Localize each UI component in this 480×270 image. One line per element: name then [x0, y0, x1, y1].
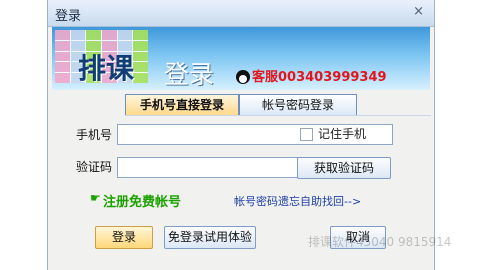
- banner: 排课 登录 客服003403999349: [52, 27, 430, 90]
- verification-code-input[interactable]: [117, 157, 299, 178]
- window-title: 登录: [55, 9, 82, 24]
- app-logo-text: 排课: [78, 52, 135, 85]
- banner-login-text: 登录: [164, 60, 215, 89]
- penguin-icon: [236, 70, 250, 84]
- title-bar: 登录 ×: [48, 0, 434, 27]
- recover-account-link[interactable]: 帐号密码遗忘自助找回-->: [234, 193, 361, 209]
- remember-phone-checkbox[interactable]: [300, 128, 313, 141]
- tab-account-login[interactable]: 帐号密码登录: [239, 94, 357, 115]
- close-icon[interactable]: ×: [413, 4, 424, 19]
- register-link[interactable]: 注册免费帐号: [103, 191, 181, 210]
- login-button[interactable]: 登录: [95, 226, 153, 249]
- login-window: 登录 × 排课 登录 客服003403999349 手机号直接登录 帐号密码登录…: [48, 0, 451, 270]
- hand-pointer-icon: ☛: [90, 191, 101, 205]
- remember-phone-label: 记住手机: [318, 127, 367, 141]
- verification-code-label: 验证码: [76, 160, 113, 174]
- get-code-button[interactable]: 获取验证码: [297, 157, 391, 179]
- customer-service-text: 客服003403999349: [252, 70, 387, 85]
- tab-divider: [125, 115, 431, 116]
- trial-button[interactable]: 免登录试用体验: [164, 226, 256, 249]
- tab-phone-login[interactable]: 手机号直接登录: [125, 94, 239, 115]
- phone-label: 手机号: [76, 128, 113, 142]
- cancel-button[interactable]: 取消: [330, 226, 386, 249]
